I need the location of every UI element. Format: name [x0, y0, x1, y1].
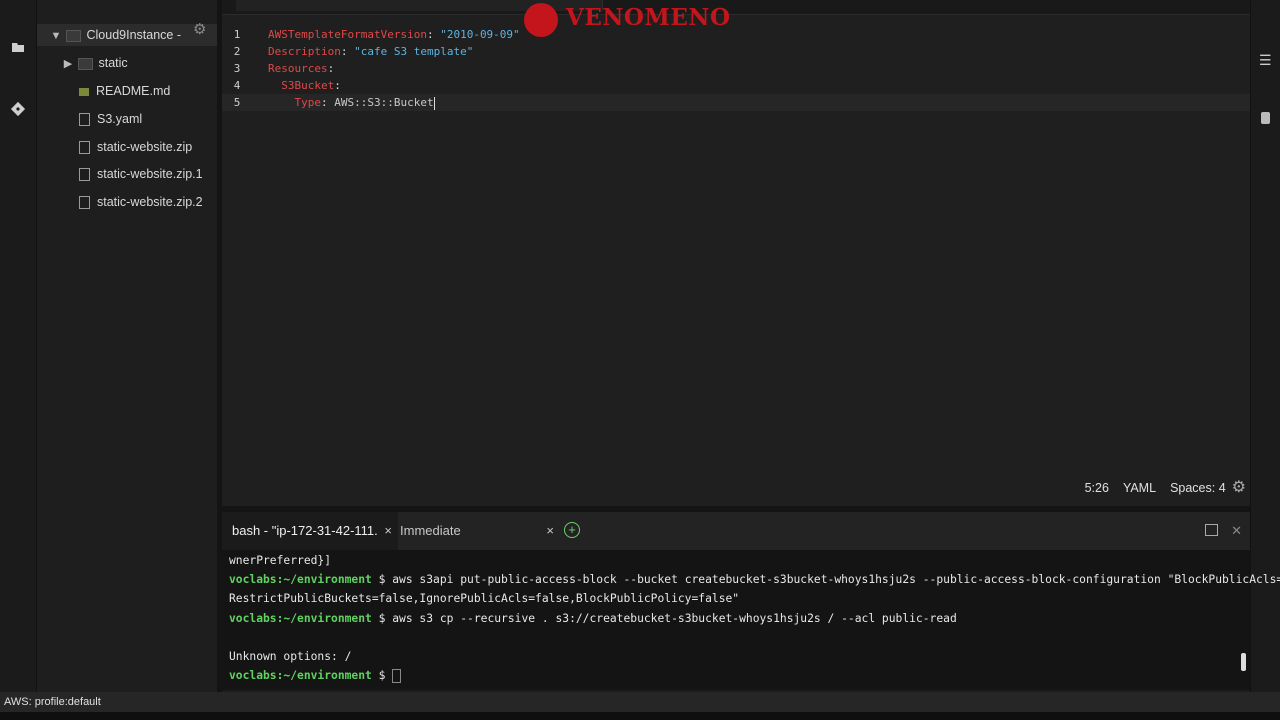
tab-bash[interactable]: bash - "ip-172-31-42-111. ×	[222, 512, 398, 550]
workspace-root-label: Cloud9Instance -	[86, 28, 181, 42]
yaml-key: Resources	[268, 62, 328, 75]
tab-immediate[interactable]: Immediate ×	[390, 512, 560, 550]
tree-item-label: README.md	[96, 84, 171, 98]
shell-prompt: voclabs:~/environment	[229, 573, 372, 586]
activity-bar	[0, 0, 37, 692]
cursor-position[interactable]: 5:26	[1085, 481, 1109, 495]
outline-icon[interactable]: ☰	[1259, 52, 1272, 69]
close-panel-icon[interactable]: ✕	[1231, 512, 1242, 550]
bottom-strip	[0, 712, 1280, 720]
code-editor[interactable]: 1 2 3 4 5 AWSTemplateFormatVersion: "201…	[222, 0, 1250, 506]
add-tab-icon[interactable]: +	[564, 522, 580, 538]
line-number: 5	[233, 96, 241, 109]
text-cursor	[433, 96, 435, 110]
yaml-value: AWS::S3::Bucket	[334, 96, 434, 109]
tab-immediate-label: Immediate	[400, 523, 461, 538]
chevron-down-icon: ▼	[50, 30, 62, 42]
tree-item-label: static-website.zip.2	[97, 195, 203, 209]
language-mode[interactable]: YAML	[1123, 481, 1156, 495]
terminal-cursor	[392, 669, 402, 683]
shell-command: $	[371, 669, 393, 682]
shell-command: $ aws s3 cp --recursive . s3://createbuc…	[371, 612, 957, 625]
yaml-string: "cafe S3 template"	[354, 45, 474, 58]
code-line: Type: AWS::S3::Bucket	[294, 96, 435, 110]
file-tree: ▼ Cloud9Instance - ⚙ ▶ static README.md …	[37, 0, 217, 692]
gear-icon[interactable]: ⚙	[1232, 479, 1246, 496]
folder-icon	[78, 57, 94, 70]
terminal-line: voclabs:~/environment $ aws s3 cp --recu…	[229, 609, 957, 628]
yaml-string: "2010-09-09"	[440, 28, 520, 41]
markdown-file-icon	[79, 87, 89, 96]
indent-setting[interactable]: Spaces: 4	[1170, 481, 1226, 495]
line-number-gutter: 1 2 3 4 5	[222, 26, 252, 111]
code-content[interactable]: AWSTemplateFormatVersion: "2010-09-09" D…	[268, 26, 520, 111]
code-line: S3Bucket:	[281, 79, 341, 92]
yaml-key: Description	[268, 45, 341, 58]
watermark-text: VENOMENO	[566, 4, 731, 31]
editor-tab-bar	[222, 0, 1250, 15]
tree-item-label: S3.yaml	[97, 112, 143, 126]
yaml-key: Type	[294, 96, 322, 109]
bottom-status-bar: AWS: profile:default	[0, 692, 1280, 712]
line-number: 2	[233, 45, 241, 58]
tree-item-readme[interactable]: README.md	[79, 80, 170, 102]
line-number: 3	[233, 62, 241, 75]
tab-bash-label: bash - "ip-172-31-42-111.	[232, 523, 378, 538]
tree-item-label: static-website.zip.1	[97, 167, 203, 181]
close-icon[interactable]: ×	[546, 512, 554, 550]
terminal-line: Unknown options: /	[229, 650, 352, 663]
terminal-line: wnerPreferred}]	[229, 554, 332, 567]
tree-item-label: static-website.zip	[97, 140, 193, 154]
folder-icon	[66, 29, 82, 42]
tree-item-zip-2[interactable]: static-website.zip.2	[79, 191, 203, 213]
editor-tab-welcome[interactable]	[236, 0, 427, 11]
code-line: AWSTemplateFormatVersion: "2010-09-09"	[268, 28, 520, 41]
restore-panel-icon[interactable]	[1205, 524, 1218, 536]
file-icon	[79, 113, 90, 127]
terminal-tab-bar: bash - "ip-172-31-42-111. × Immediate × …	[222, 512, 1250, 550]
yaml-key: AWSTemplateFormatVersion	[268, 28, 427, 41]
chevron-right-icon: ▶	[63, 58, 73, 70]
tree-item-zip[interactable]: static-website.zip	[79, 136, 192, 158]
file-icon	[79, 168, 90, 182]
debugger-icon[interactable]	[1261, 112, 1270, 124]
terminal-scrollbar[interactable]	[1241, 653, 1246, 671]
files-icon[interactable]	[8, 40, 28, 60]
line-number: 1	[233, 28, 241, 41]
git-icon[interactable]	[8, 100, 28, 120]
venom-logo-icon	[524, 3, 558, 37]
file-icon	[79, 196, 90, 210]
terminal-line: voclabs:~/environment $ aws s3api put-pu…	[229, 570, 1280, 589]
shell-command: $ aws s3api put-public-access-block --bu…	[371, 573, 1280, 586]
code-line: Resources:	[268, 62, 335, 75]
watermark-logo: VENOMENO	[520, 0, 730, 40]
yaml-key: S3Bucket	[281, 79, 335, 92]
tree-item-s3-yaml[interactable]: S3.yaml	[79, 108, 142, 130]
terminal-line: RestrictPublicBuckets=false,IgnorePublic…	[229, 592, 740, 605]
shell-prompt: voclabs:~/environment	[229, 669, 372, 682]
workspace-root[interactable]: ▼ Cloud9Instance -	[37, 24, 217, 46]
tree-item-static[interactable]: ▶ static	[61, 52, 128, 74]
tree-item-zip-1[interactable]: static-website.zip.1	[79, 163, 203, 185]
shell-prompt: voclabs:~/environment	[229, 612, 372, 625]
editor-status-bar: 5:26 YAML Spaces: 4 ⚙	[1071, 476, 1250, 500]
terminal-output[interactable]: wnerPreferred}] voclabs:~/environment $ …	[222, 550, 1280, 690]
aws-profile-label[interactable]: AWS: profile:default	[4, 696, 101, 708]
terminal-line: voclabs:~/environment $	[229, 666, 402, 685]
tree-item-label: static	[98, 56, 128, 70]
gear-icon[interactable]: ⚙	[193, 20, 206, 38]
line-number: 4	[233, 79, 241, 92]
code-line: Description: "cafe S3 template"	[268, 45, 474, 58]
file-icon	[79, 141, 90, 155]
